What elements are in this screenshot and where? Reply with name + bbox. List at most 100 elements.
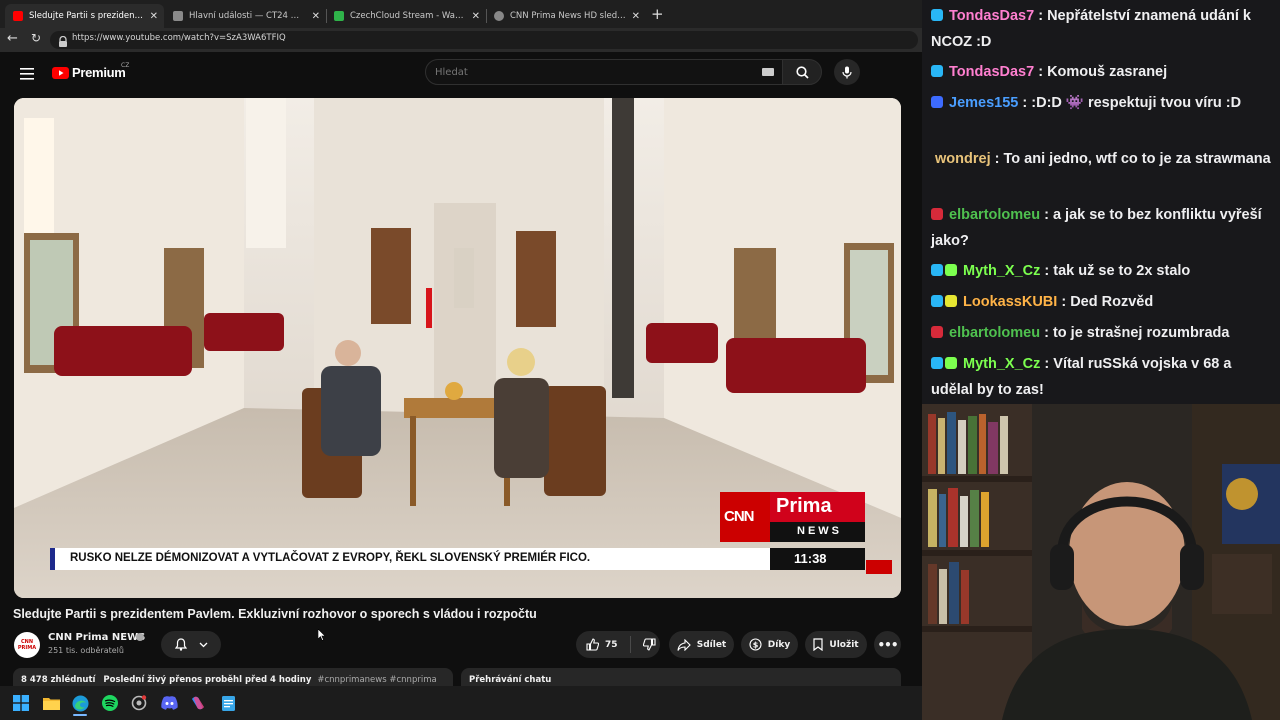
chat-username[interactable]: TondasDas7 [949,64,1034,80]
tab-czechcloud[interactable]: CzechCloud Stream - Watch Live ✕ [326,4,486,28]
keyboard-icon[interactable] [762,68,774,76]
region-code: CZ [121,62,130,69]
chat-username[interactable]: Myth_X_Cz [963,356,1040,372]
chat-badge-icon [931,9,943,21]
chat-username[interactable]: elbartolomeu [949,207,1040,223]
youtube-logo[interactable]: Premium [52,65,126,80]
search-input[interactable] [425,59,783,85]
like-button[interactable]: 75 [576,638,618,651]
close-tab-icon[interactable]: ✕ [312,11,320,22]
chat-username[interactable]: LookassKUBI [963,294,1057,310]
youtube-favicon-icon [13,11,23,21]
thumbs-down-icon [642,638,656,651]
chat-badge-icon [931,208,943,220]
channel-name[interactable]: CNN Prima NEWS [48,632,145,643]
chat-message: Jemes155 : :D:D 👾 respektuji tvou víru :… [931,90,1271,116]
chat-text: Ded Rozvěd [1070,294,1154,310]
logo-text: Premium [72,65,126,80]
chat-message: Myth_X_Cz : tak už se to 2x stalo [931,258,1271,284]
chevron-down-icon [199,642,207,647]
ct24-favicon-icon [173,11,183,21]
chat-text: to je strašnej rozumbrada [1052,325,1230,341]
copilot-icon[interactable] [189,694,207,712]
chat-message: wondrej : To ani jedno, wtf co to je za … [935,151,1271,167]
spotify-icon[interactable] [101,694,119,712]
close-tab-icon[interactable]: ✕ [150,11,158,22]
chat-badge-icon [931,96,943,108]
ticker-clock: 11:38 [794,551,827,566]
subscribed-button[interactable] [161,631,221,658]
tab-title: CzechCloud Stream - Watch Live [350,11,466,21]
chat-badge-icon [931,264,943,276]
chat-username[interactable]: Myth_X_Cz [963,263,1040,279]
tab-title: CNN Prima News HD sledujte onl [510,11,626,21]
edge-browser-icon[interactable] [71,694,89,712]
share-icon [677,638,691,651]
video-player[interactable]: RUSKO NELZE DÉMONIZOVAT A VYTLAČOVAT Z E… [14,98,901,598]
chat-message: TondasDas7 : Nepřátelství znamená udání … [931,8,1251,50]
like-dislike-group: 75 [576,631,660,658]
thanks-button[interactable]: $ Díky [741,631,798,658]
chat-replay-label: Přehrávání chatu [469,675,552,685]
chat-username[interactable]: TondasDas7 [949,8,1034,24]
search-icon [795,65,809,79]
chat-text: To ani jedno, wtf co to je za strawmana [1003,151,1271,167]
streamer-camera-image [922,404,1280,720]
video-frame-scene [14,98,901,598]
file-explorer-icon[interactable] [42,694,60,712]
reload-icon[interactable]: ↻ [31,31,41,45]
chat-message: elbartolomeu : a jak se to bez konfliktu… [931,207,1262,249]
chat-badge-icon [945,295,957,307]
more-actions-button[interactable]: ••• [874,631,901,658]
chat-message: LookassKUBI : Ded Rozvěd [931,289,1271,315]
view-count: 8 478 zhlédnutí [21,675,96,685]
like-count: 75 [605,639,618,650]
thumbs-up-icon [586,638,599,651]
voice-search-button[interactable] [834,59,860,85]
dislike-button[interactable] [631,638,656,651]
back-icon[interactable]: ← [7,31,18,46]
chat-message: Myth_X_Cz : Vítal ruSSká vojska v 68 a u… [931,356,1232,398]
microphone-icon [842,66,852,78]
save-label: Uložit [829,639,859,650]
site-info-icon[interactable] [58,33,68,52]
bookmark-icon [813,638,823,651]
search-button[interactable] [782,59,822,85]
cnn-logo-text: CNN [724,508,754,525]
close-tab-icon[interactable]: ✕ [632,11,640,22]
url-text: https://www.youtube.com/watch?v=SzA3WA6T… [72,33,286,43]
chat-message: TondasDas7 : Komouš zasranej [931,59,1271,85]
chat-text: tak už se to 2x stalo [1053,263,1191,279]
more-dots-icon: ••• [877,637,898,652]
tab-youtube[interactable]: Sledujte Partii s prezidentem Pavle ✕ [5,4,164,28]
discord-icon[interactable] [160,694,178,712]
live-status: Poslední živý přenos proběhl před 4 hodi… [103,675,312,685]
video-title: Sledujte Partii s prezidentem Pavlem. Ex… [13,607,537,621]
share-label: Sdílet [696,639,727,650]
share-button[interactable]: Sdílet [669,631,734,658]
mouse-cursor [317,626,326,645]
chat-username[interactable]: Jemes155 [949,95,1018,111]
czechcloud-favicon-icon [334,11,344,21]
close-tab-icon[interactable]: ✕ [472,11,480,22]
chat-text: :D:D 👾 respektuji tvou víru :D [1031,95,1242,111]
chat-message: elbartolomeu : to je strašnej rozumbrada [931,320,1271,346]
hashtags: #cnnprimanews #cnnprima [317,675,437,685]
windows-start-icon[interactable] [12,694,30,712]
chat-username[interactable]: wondrej [935,151,991,167]
chat-badge-icon [931,65,943,77]
chat-username[interactable]: elbartolomeu [949,325,1040,341]
app-settings-icon[interactable] [130,694,148,712]
news-logo-text: NEWS [797,525,842,537]
new-tab-icon[interactable]: + [651,5,664,23]
tab-ct24[interactable]: Hlavní události — ČT24 — Česká ✕ [165,4,326,28]
tab-title: Hlavní události — ČT24 — Česká [189,11,306,21]
tab-cnn-prima[interactable]: CNN Prima News HD sledujte onl ✕ [486,4,646,28]
youtube-play-icon [52,66,69,79]
save-button[interactable]: Uložit [805,631,867,658]
notepad-icon[interactable] [219,694,237,712]
tab-title: Sledujte Partii s prezidentem Pavle [29,11,144,21]
menu-icon[interactable] [20,65,34,84]
prima-logo-text: Prima [776,495,832,517]
channel-avatar[interactable]: CNN PRIMA [14,632,40,658]
